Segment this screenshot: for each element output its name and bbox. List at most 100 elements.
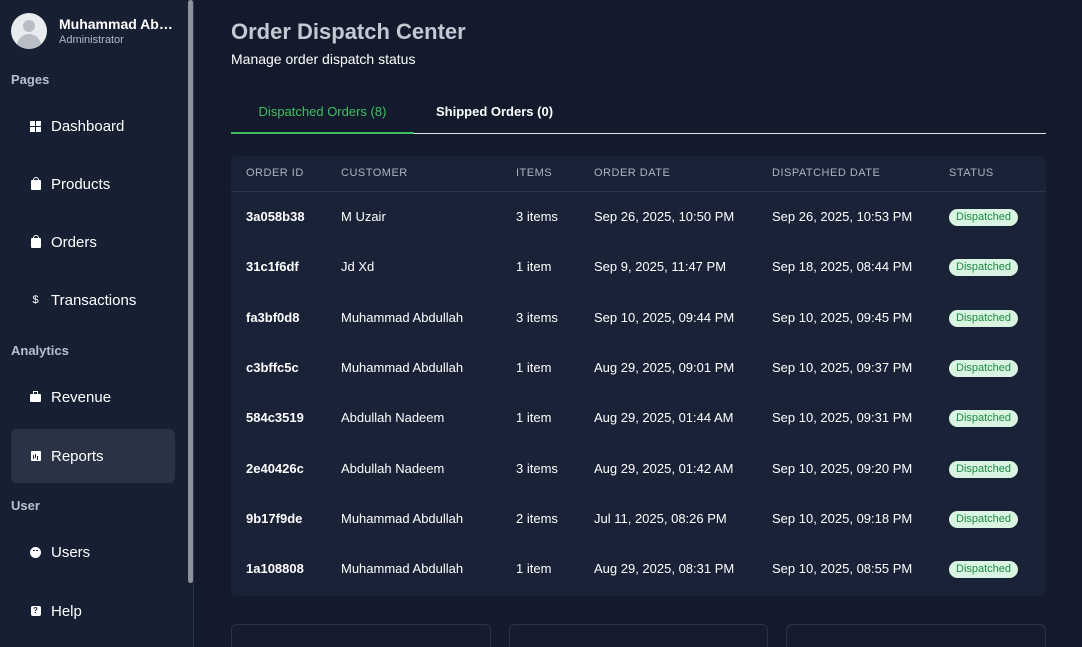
status-badge: Dispatched [949,209,1019,226]
order-date: Aug 29, 2025, 01:44 AM [594,410,734,425]
column-header-customer: CUSTOMER [341,167,408,179]
status-badge: Dispatched [949,360,1019,377]
briefcase-icon [30,391,41,403]
customer: Jd Xd [341,259,375,274]
face-icon [30,546,41,558]
status-badge: Dispatched [949,259,1019,276]
order-date: Aug 29, 2025, 08:31 PM [594,561,735,576]
order-id: 9b17f9de [246,511,303,526]
sidebar: Muhammad Abdullah Administrator Pages Da… [0,0,194,647]
orders-table: ORDER ID CUSTOMER ITEMS ORDER DATE DISPA… [231,156,1046,596]
order-date: Jul 11, 2025, 08:26 PM [594,511,727,526]
table-row[interactable]: 31c1f6df Jd Xd 1 item Sep 9, 2025, 11:47… [231,242,1046,292]
sidebar-item-reports[interactable]: Reports [11,429,175,483]
section-label-user: User [11,498,40,513]
summary-card [786,624,1046,647]
order-id: fa3bf0d8 [246,310,300,325]
dispatched-date: Sep 10, 2025, 09:31 PM [772,410,913,425]
section-label-pages: Pages [11,72,50,87]
sidebar-scrollbar[interactable] [188,0,193,583]
user-profile[interactable]: Muhammad Abdullah Administrator [11,13,174,49]
column-header-status: STATUS [949,167,994,179]
order-date: Sep 9, 2025, 11:47 PM [594,259,727,274]
profile-name: Muhammad Abdullah [59,16,174,32]
sidebar-item-transactions[interactable]: $ Transactions [11,273,175,327]
dispatched-date: Sep 10, 2025, 09:20 PM [772,461,913,476]
order-id: 31c1f6df [246,259,299,274]
sidebar-item-orders[interactable]: Orders [11,215,175,269]
order-date: Sep 10, 2025, 09:44 PM [594,310,735,325]
order-date: Sep 26, 2025, 10:50 PM [594,209,735,224]
status-badge: Dispatched [949,461,1019,478]
customer: Muhammad Abdullah [341,360,464,375]
sidebar-item-label: Help [51,602,82,620]
section-label-analytics: Analytics [11,343,69,358]
customer: Muhammad Abdullah [341,511,464,526]
page-title: Order Dispatch Center [231,19,466,44]
order-id: 584c3519 [246,410,304,425]
dispatched-date: Sep 10, 2025, 09:45 PM [772,310,913,325]
order-id: c3bffc5c [246,360,299,375]
items-count: 3 items [516,461,558,476]
sidebar-item-label: Transactions [51,291,137,309]
table-row[interactable]: c3bffc5c Muhammad Abdullah 1 item Aug 29… [231,343,1046,393]
customer: Muhammad Abdullah [341,561,464,576]
shopping-bag-icon [30,235,41,248]
sidebar-item-label: Products [51,175,111,193]
tab-dispatched-orders[interactable]: Dispatched Orders (8) [231,94,414,134]
sidebar-item-products[interactable]: Products [11,157,175,211]
order-date: Aug 29, 2025, 09:01 PM [594,360,735,375]
sidebar-item-label: Reports [51,447,104,465]
items-count: 1 item [516,360,552,375]
items-count: 3 items [516,310,558,325]
table-row[interactable]: 584c3519 Abdullah Nadeem 1 item Aug 29, … [231,393,1046,443]
status-badge: Dispatched [949,410,1019,427]
sidebar-item-label: Revenue [51,388,112,406]
column-header-dispatched-date: DISPATCHED DATE [772,167,881,179]
summary-card [231,624,491,647]
column-header-items: ITEMS [516,167,553,179]
items-count: 1 item [516,259,552,274]
status-badge: Dispatched [949,561,1019,578]
column-header-order-id: ORDER ID [246,167,304,179]
sidebar-item-revenue[interactable]: Revenue [11,370,175,424]
dashboard-icon [30,120,41,132]
items-count: 3 items [516,209,558,224]
page-subtitle: Manage order dispatch status [231,51,416,67]
order-id: 2e40426c [246,461,304,476]
table-row[interactable]: 9b17f9de Muhammad Abdullah 2 items Jul 1… [231,494,1046,544]
tab-bar: Dispatched Orders (8) Shipped Orders (0) [231,94,1046,134]
help-icon: ? [30,606,41,617]
tab-shipped-orders[interactable]: Shipped Orders (0) [436,94,553,134]
dollar-icon: $ [32,294,39,306]
customer: Muhammad Abdullah [341,310,464,325]
column-header-order-date: ORDER DATE [594,167,671,179]
items-count: 2 items [516,511,558,526]
table-row[interactable]: fa3bf0d8 Muhammad Abdullah 3 items Sep 1… [231,293,1046,343]
table-row[interactable]: 3a058b38 M Uzair 3 items Sep 26, 2025, 1… [231,192,1046,242]
dispatched-date: Sep 10, 2025, 09:18 PM [772,511,913,526]
table-row[interactable]: 2e40426c Abdullah Nadeem 3 items Aug 29,… [231,444,1046,494]
order-date: Aug 29, 2025, 01:42 AM [594,461,734,476]
customer: Abdullah Nadeem [341,461,445,476]
sidebar-item-help[interactable]: ? Help [11,584,175,638]
avatar [11,13,47,49]
shopping-bag-icon [30,177,41,190]
customer: Abdullah Nadeem [341,410,445,425]
sidebar-item-label: Users [51,543,91,561]
dispatched-date: Sep 10, 2025, 09:37 PM [772,360,913,375]
table-header: ORDER ID CUSTOMER ITEMS ORDER DATE DISPA… [231,156,1046,192]
sidebar-item-users[interactable]: Users [11,525,175,579]
table-row[interactable]: 1a108808 Muhammad Abdullah 1 item Aug 29… [231,544,1046,594]
summary-card [509,624,768,647]
customer: M Uzair [341,209,386,224]
order-id: 1a108808 [246,561,304,576]
status-badge: Dispatched [949,310,1019,327]
dispatched-date: Sep 26, 2025, 10:53 PM [772,209,913,224]
sidebar-item-label: Dashboard [51,117,125,135]
items-count: 1 item [516,410,552,425]
sidebar-item-dashboard[interactable]: Dashboard [11,99,175,153]
order-id: 3a058b38 [246,209,305,224]
sidebar-item-label: Orders [51,233,97,251]
profile-role: Administrator [59,34,124,46]
